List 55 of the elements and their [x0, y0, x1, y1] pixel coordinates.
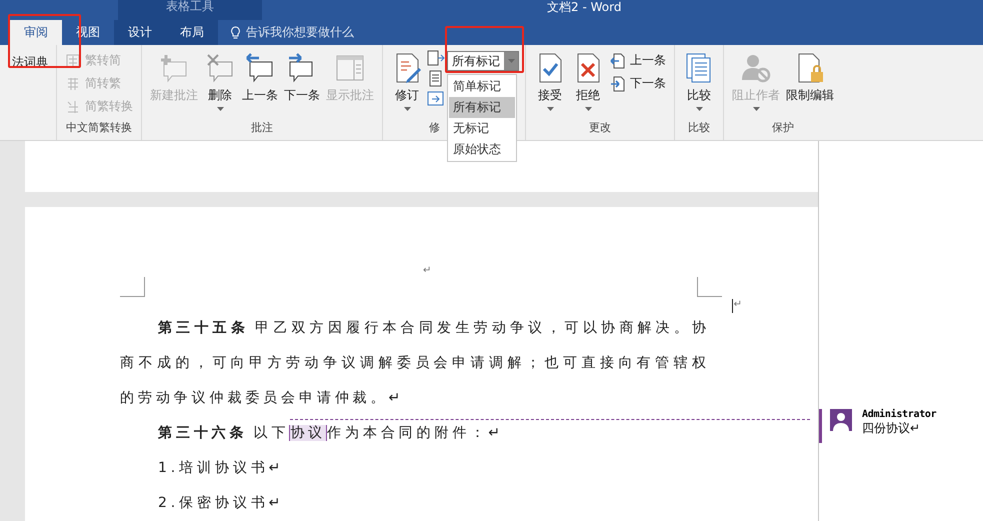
ribbon-button[interactable]: 修订 — [389, 50, 425, 120]
contextual-tab-header: 表格工具 — [118, 0, 262, 20]
list-item: 1.培训协议书↵ — [157, 459, 286, 478]
ribbon-button[interactable]: 下一条 — [608, 73, 668, 94]
traditional-to-simplified-icon — [65, 52, 81, 68]
ribbon-button[interactable]: 接受 — [532, 50, 568, 120]
caret-icon — [696, 107, 702, 111]
group-label: 批注 — [251, 120, 273, 136]
ribbon-button[interactable]: 比较 — [681, 50, 717, 120]
menu-item[interactable]: 所有标记 — [449, 97, 515, 118]
avatar-icon — [830, 409, 852, 431]
caret-icon — [546, 107, 554, 111]
lightbulb-icon — [230, 26, 241, 40]
paragraph-mark: ↵ — [423, 265, 432, 277]
caret-icon — [508, 59, 514, 63]
paragraph: 第三十六条 以下 协议 作为本合同的附件：↵ — [120, 416, 710, 451]
reviewing-pane-icon[interactable] — [427, 90, 445, 108]
ribbon-button[interactable]: 删除 — [202, 50, 238, 120]
group-label: 中文简繁转换 — [66, 120, 132, 136]
crop-mark — [120, 277, 145, 297]
ribbon-button[interactable]: 限制编辑 — [784, 50, 836, 120]
comment-author: Administrator — [862, 409, 936, 420]
ribbon-tab[interactable]: 设计 — [114, 20, 166, 45]
paragraph-mark: ↵ — [732, 299, 742, 313]
markup-pane-icon[interactable] — [427, 50, 445, 68]
group-label: 更改 — [589, 120, 611, 136]
group-label: 修 — [429, 120, 440, 136]
caret-icon — [404, 107, 410, 111]
window-title: 文档2 - Word — [547, 0, 622, 14]
tell-me-field[interactable]: 告诉我你想要做什么 — [230, 20, 354, 45]
block-authors-icon — [740, 52, 772, 84]
caret-icon — [216, 107, 224, 111]
simplified-to-traditional-icon — [65, 76, 81, 92]
ribbon-button[interactable]: 拒绝 — [570, 50, 606, 120]
markup-dropdown[interactable]: 所有标记 — [447, 51, 519, 71]
ribbon-tab[interactable]: 审阅 — [10, 20, 62, 45]
ribbon-button[interactable]: 上一条 — [240, 50, 280, 120]
comment-text: 四份协议↵ — [862, 420, 922, 437]
caret-icon — [584, 107, 592, 111]
ribbon-button[interactable]: 下一条 — [282, 50, 322, 120]
list-item: 2.保密协议书↵ — [157, 494, 286, 513]
comment[interactable]: Administrator 四份协议↵ — [819, 409, 983, 443]
menu-item[interactable]: 简单标记 — [449, 76, 515, 97]
crop-mark — [697, 277, 722, 297]
paragraph: 第三十五条 甲乙双方因履行本合同发生劳动争议，可以协商解决。协商不成的，可向甲方劳动争议调解委员会申请调解；也可直接向有管辖权的劳动争议仲裁委员会申请仲裁。↵ — [120, 319, 710, 408]
next-change-icon — [610, 76, 626, 92]
menu-item[interactable]: 无标记 — [449, 118, 515, 139]
group-label: 比较 — [688, 120, 710, 136]
caret-icon — [752, 107, 760, 111]
group-label: 保护 — [772, 120, 794, 136]
convert-icon — [65, 98, 81, 114]
ribbon-button[interactable]: 上一条 — [608, 50, 668, 71]
menu-item[interactable]: 原始状态 — [449, 139, 515, 160]
previous-change-icon — [610, 52, 626, 68]
ribbon-tab[interactable]: 布局 — [166, 20, 218, 45]
